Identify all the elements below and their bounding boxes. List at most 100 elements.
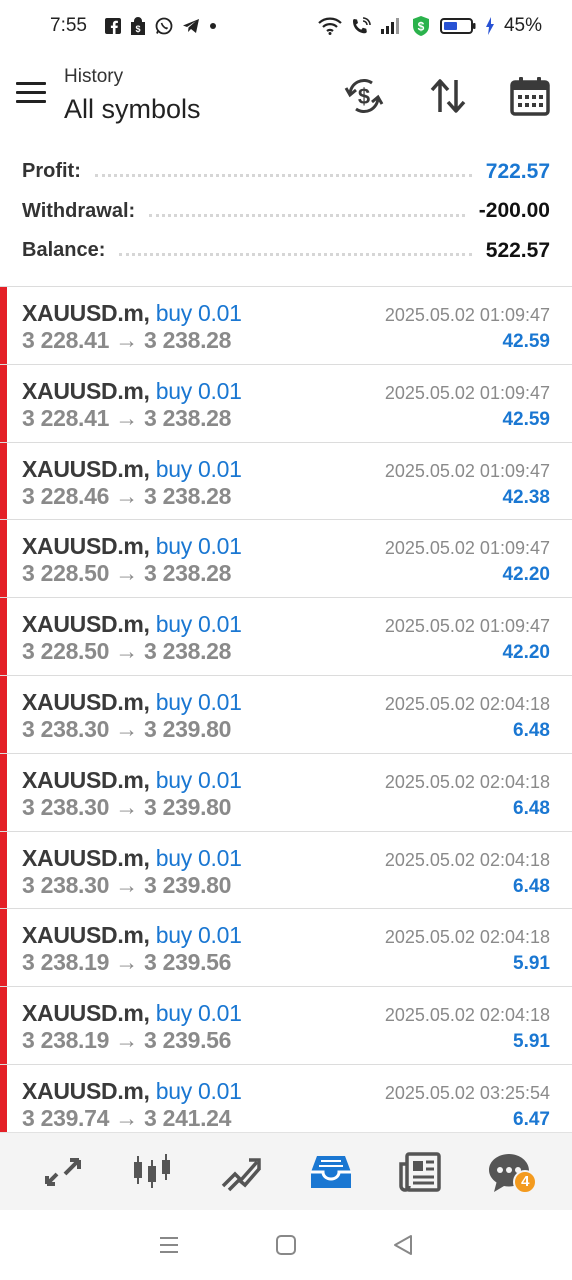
trade-row[interactable]: XAUUSD.m, buy 0.01 3 238.19 → 3 239.56 202…	[0, 909, 572, 988]
balance-row: Balance: 522.57	[22, 231, 550, 271]
trade-prices: 3 238.30 → 3 239.80	[22, 716, 231, 743]
status-bar: 7:55 $ $ 45%	[0, 0, 572, 52]
svg-text:$: $	[135, 24, 140, 34]
price-arrow: →	[115, 482, 138, 509]
trade-time: 2025.05.02 03:25:54	[384, 1082, 550, 1103]
trade-symbol-line: XAUUSD.m, buy 0.01	[22, 845, 242, 872]
trade-symbol: XAUUSD.m,	[22, 922, 150, 949]
trade-prices: 3 239.74 → 3 241.24	[22, 1105, 231, 1132]
trade-symbol-line: XAUUSD.m, buy 0.01	[22, 300, 242, 327]
menu-icon[interactable]	[16, 82, 46, 106]
recent-apps-icon[interactable]	[154, 1230, 184, 1260]
money-shield-icon: $	[412, 16, 429, 36]
trade-time: 2025.05.02 02:04:18	[384, 771, 550, 792]
close-price: 3 239.80	[144, 871, 232, 898]
leader-dots	[94, 174, 472, 178]
wifi-icon	[318, 17, 342, 35]
close-price: 3 238.28	[144, 482, 232, 509]
trade-row[interactable]: XAUUSD.m, buy 0.01 3 228.41 → 3 238.28 202…	[0, 287, 572, 365]
trade-symbol: XAUUSD.m,	[22, 533, 150, 560]
price-arrow: →	[115, 638, 138, 665]
buy-indicator-bar	[0, 598, 7, 675]
trade-direction: buy 0.01	[155, 688, 242, 715]
trade-row[interactable]: XAUUSD.m, buy 0.01 3 228.50 → 3 238.28 202…	[0, 520, 572, 599]
close-price: 3 239.80	[144, 793, 232, 820]
trade-time: 2025.05.02 01:09:47	[384, 305, 550, 325]
trade-symbol: XAUUSD.m,	[22, 611, 150, 638]
buy-indicator-bar	[0, 831, 7, 909]
trade-row[interactable]: XAUUSD.m, buy 0.01 3 228.46 → 3 238.28 202…	[0, 442, 572, 521]
battery-percent: 45%	[503, 15, 542, 36]
close-price: 3 238.28	[144, 560, 232, 587]
trade-profit: 42.38	[502, 486, 550, 508]
trade-icon[interactable]	[217, 1148, 265, 1196]
close-price: 3 239.80	[144, 715, 232, 742]
trade-profit: 42.20	[502, 564, 550, 586]
trade-row[interactable]: XAUUSD.m, buy 0.01 3 239.74 → 3 241.24 202…	[0, 1064, 572, 1132]
header-subtitle: History	[64, 66, 124, 87]
sort-icon[interactable]	[426, 74, 470, 118]
home-icon[interactable]	[271, 1230, 301, 1260]
messages-badge: 4	[513, 1169, 538, 1194]
open-price: 3 228.50	[22, 638, 110, 665]
trade-prices: 3 228.41 → 3 238.28	[22, 327, 231, 354]
back-icon[interactable]	[388, 1230, 418, 1260]
trade-row[interactable]: XAUUSD.m, buy 0.01 3 238.30 → 3 239.80 202…	[0, 753, 572, 832]
trade-row[interactable]: XAUUSD.m, buy 0.01 3 228.50 → 3 238.28 202…	[0, 598, 572, 676]
trade-time: 2025.05.02 01:09:47	[384, 616, 550, 637]
header-title[interactable]: All symbols	[64, 94, 201, 125]
trade-symbol: XAUUSD.m,	[22, 1077, 150, 1104]
price-arrow: →	[115, 793, 138, 820]
trade-row[interactable]: XAUUSD.m, buy 0.01 3 228.41 → 3 238.28 202…	[0, 364, 572, 443]
profit-value: 722.57	[485, 159, 550, 183]
trade-profit: 6.48	[513, 797, 550, 819]
trade-symbol: XAUUSD.m,	[22, 766, 150, 793]
quotes-icon[interactable]	[39, 1148, 87, 1196]
currency-exchange-icon[interactable]: $	[342, 74, 386, 118]
messages-icon[interactable]: 4	[485, 1148, 538, 1196]
trade-row[interactable]: XAUUSD.m, buy 0.01 3 238.19 → 3 239.56 202…	[0, 987, 572, 1065]
close-price: 3 238.28	[144, 327, 232, 353]
close-price: 3 238.28	[144, 638, 232, 665]
price-arrow: →	[115, 560, 138, 587]
trades-list[interactable]: XAUUSD.m, buy 0.01 3 228.41 → 3 238.28 202…	[0, 287, 572, 1132]
trade-prices: 3 228.50 → 3 238.28	[22, 638, 231, 665]
trade-symbol-line: XAUUSD.m, buy 0.01	[22, 922, 242, 949]
trade-prices: 3 228.46 → 3 238.28	[22, 483, 231, 510]
trade-row[interactable]: XAUUSD.m, buy 0.01 3 238.30 → 3 239.80 202…	[0, 675, 572, 754]
trade-direction: buy 0.01	[155, 1000, 242, 1027]
trade-symbol: XAUUSD.m,	[22, 844, 150, 871]
open-price: 3 238.19	[22, 949, 110, 976]
history-summary: Profit: 722.57 Withdrawal: -200.00 Balan…	[0, 152, 572, 286]
trade-prices: 3 238.30 → 3 239.80	[22, 872, 231, 899]
trade-profit: 6.48	[513, 875, 550, 897]
buy-indicator-bar	[0, 753, 7, 831]
trade-direction: buy 0.01	[155, 844, 242, 871]
open-price: 3 228.41	[22, 327, 110, 353]
price-arrow: →	[115, 1027, 138, 1054]
open-price: 3 238.30	[22, 871, 110, 898]
buy-indicator-bar	[0, 987, 7, 1064]
close-price: 3 241.24	[144, 1104, 232, 1131]
news-icon[interactable]	[396, 1148, 444, 1196]
open-price: 3 228.50	[22, 560, 110, 587]
history-icon[interactable]	[307, 1148, 355, 1196]
open-price: 3 228.46	[22, 482, 110, 509]
bottom-nav: 4	[0, 1132, 572, 1210]
trade-direction: buy 0.01	[155, 766, 242, 793]
trade-profit: 42.59	[502, 408, 550, 430]
withdrawal-value: -200.00	[478, 199, 550, 223]
price-arrow: →	[115, 715, 138, 742]
buy-indicator-bar	[0, 675, 7, 753]
price-arrow: →	[115, 327, 138, 353]
price-arrow: →	[115, 871, 138, 898]
calendar-icon[interactable]	[508, 74, 552, 118]
trade-profit: 42.59	[502, 331, 550, 352]
trade-row[interactable]: XAUUSD.m, buy 0.01 3 238.30 → 3 239.80 202…	[0, 831, 572, 910]
whatsapp-icon	[155, 17, 173, 35]
balance-value: 522.57	[485, 238, 550, 262]
trade-profit: 6.47	[513, 1108, 550, 1130]
trade-symbol-line: XAUUSD.m, buy 0.01	[22, 611, 242, 638]
close-price: 3 238.28	[144, 404, 232, 431]
chart-icon[interactable]	[128, 1148, 176, 1196]
